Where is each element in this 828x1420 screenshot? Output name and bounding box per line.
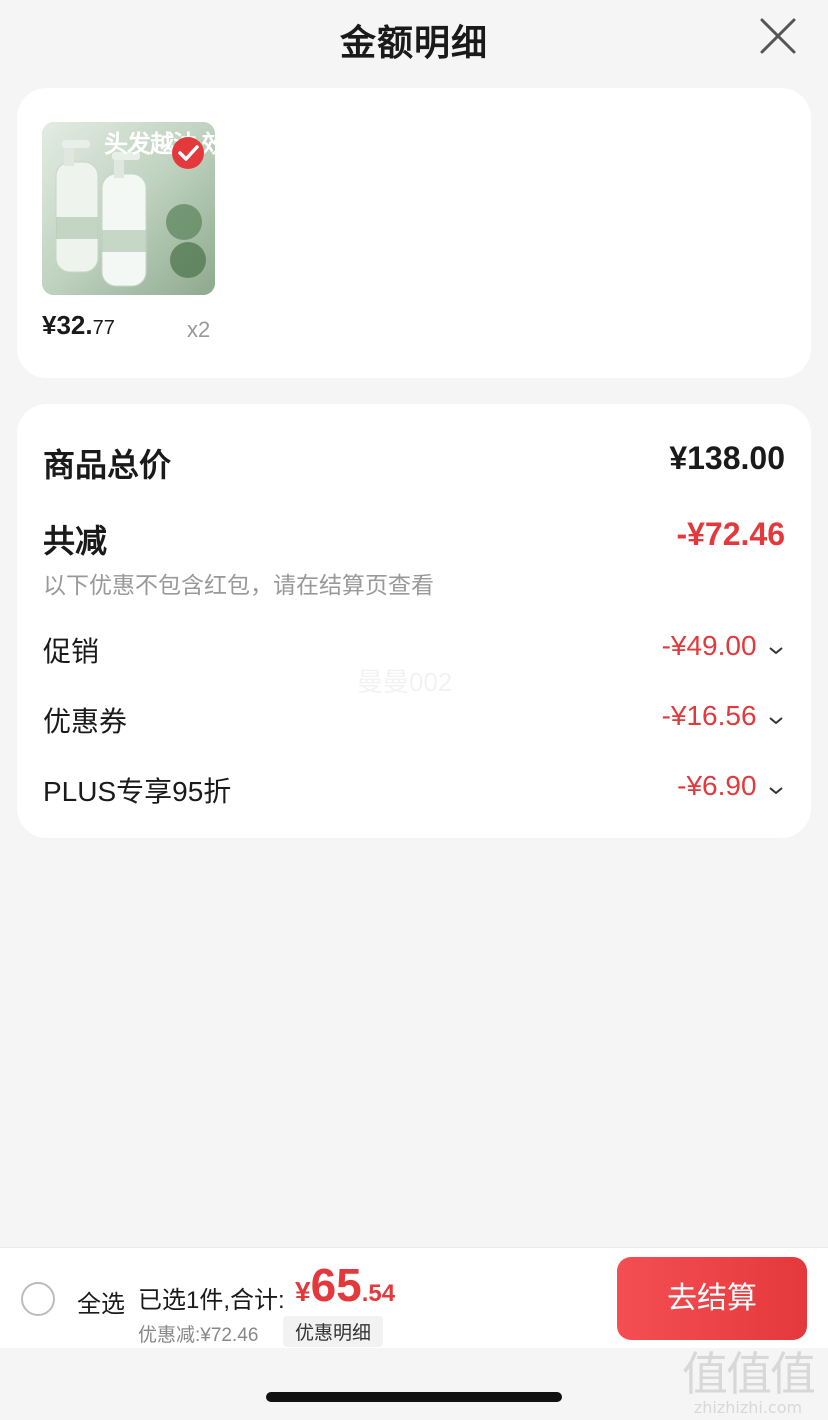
site-watermark-glyphs: 值值值 [682,1347,816,1401]
total-currency: ¥ [295,1276,311,1307]
product-card: 头发越油 效果越好 ¥32.77 x2 [17,88,811,378]
checkout-button[interactable]: 去结算 [617,1257,807,1340]
total-label: 商品总价 [43,447,172,483]
product-quantity: x2 [187,317,211,342]
promo-value-group: -¥49.00 [662,630,785,662]
coupon-value: -¥16.56 [661,700,757,731]
summary-card: 商品总价 ¥138.00 共减 -¥72.46 以下优惠不包含红包，请在结算页查… [17,404,811,838]
product-image[interactable]: 头发越油 效果越好 [42,122,215,295]
discount-amount: 优惠减:¥72.46 [138,1325,259,1346]
total-cents: .54 [361,1280,396,1307]
discount-detail-button[interactable]: 优惠明细 [283,1316,384,1347]
coupon-value-group: -¥16.56 [662,700,785,732]
price-main: ¥32. [42,310,93,340]
select-all-radio[interactable] [21,1282,55,1316]
total-value: ¥138.00 [669,440,785,476]
plus-label: PLUS专享95折 [43,776,232,807]
chevron-down-icon[interactable] [767,715,785,727]
promo-value: -¥49.00 [661,630,757,661]
coupon-label: 优惠券 [43,706,128,737]
site-watermark-url: zhizhizhi.com [693,1398,803,1417]
product-price: ¥32.77 [42,310,115,346]
plus-value: -¥6.90 [677,770,757,801]
chevron-down-icon[interactable] [767,785,785,797]
user-watermark: 曼曼002 [357,667,453,697]
checkout-bar: 全选 已选1件,合计: ¥65.54 优惠减:¥72.46 优惠明细 去结算 [0,1247,828,1348]
selected-info: 已选1件,合计: [138,1287,285,1314]
chevron-down-icon[interactable] [767,645,785,657]
header: 金额明细 [0,0,828,76]
select-all-label[interactable]: 全选 [77,1284,125,1319]
total-main: 65 [310,1259,362,1311]
checkmark-icon [172,137,204,169]
page-title: 金额明细 [339,22,488,63]
discount-note: 以下优惠不包含红包，请在结算页查看 [43,572,434,598]
site-watermark: 值值值 zhizhizhi.com [678,1338,818,1417]
home-indicator[interactable] [266,1392,562,1402]
reduce-label: 共减 [43,523,108,559]
plus-value-group: -¥6.90 [677,770,785,802]
promo-label: 促销 [43,636,100,667]
price-cents: 77 [92,317,115,339]
close-icon[interactable] [756,14,800,58]
reduce-value: -¥72.46 [676,516,785,552]
total-amount: ¥65.54 [295,1258,395,1312]
